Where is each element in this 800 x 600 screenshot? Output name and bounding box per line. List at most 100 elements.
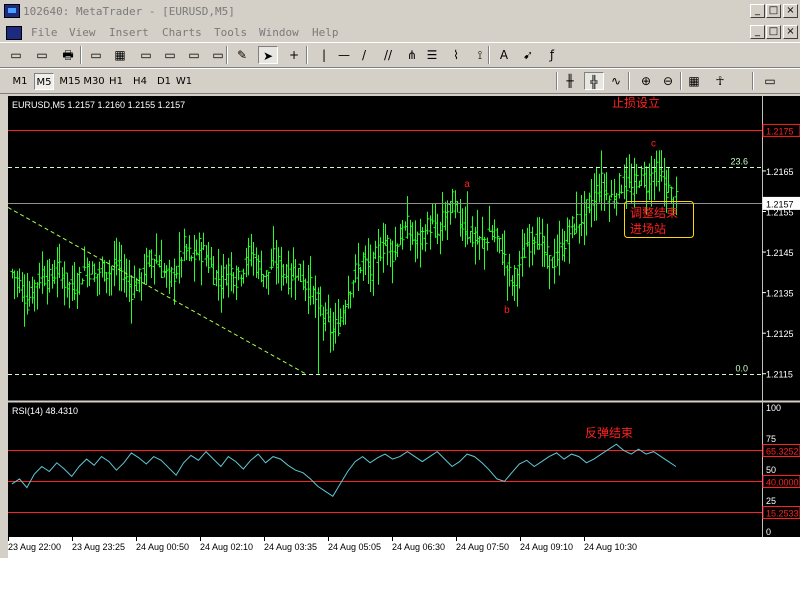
rsi-level-label: 15.2533 — [766, 509, 799, 519]
wave-label-a: a — [464, 179, 470, 190]
time-axis-label: 24 Aug 02:10 — [200, 542, 253, 552]
window-title: 102640: MetaTrader - [EURUSD,M5] — [23, 5, 235, 18]
rsi-level-label: 65.3252 — [766, 447, 799, 457]
timeframe-w1[interactable]: W1 — [174, 73, 194, 90]
zoom-in-icon[interactable]: ⊕ — [636, 72, 656, 90]
maximize-button[interactable]: □ — [766, 4, 781, 18]
timeframe-h4[interactable]: H4 — [130, 73, 150, 90]
cycle-lines-icon[interactable]: ƒ — [542, 46, 562, 64]
time-axis-label: 24 Aug 10:30 — [584, 542, 637, 552]
price-axis-label: 1.2115 — [766, 370, 793, 380]
time-axis-label: 24 Aug 07:50 — [456, 542, 509, 552]
price-axis-label: 1.2135 — [766, 289, 794, 299]
toolbar-separator — [628, 72, 630, 90]
time-axis-label: 23 Aug 22:00 — [8, 542, 61, 552]
time-axis-label: 24 Aug 06:30 — [392, 542, 445, 552]
entry-annotation-line1: 调整结束 — [630, 205, 678, 220]
andrews-pitchfork-icon[interactable]: ⋔ — [402, 46, 422, 64]
menu-insert[interactable]: Insert — [109, 26, 149, 39]
terminal-icon[interactable]: ▭ — [184, 46, 204, 64]
standard-toolbar: ▭ ▭ 🖶 ▭ ▦ ▭ ▭ ▭ ▭ ✎ ➤ + | — ///⋔ ☰ ⌇ ⟟ A ➹ ƒ — [0, 42, 800, 68]
rsi-axis-label: 25 — [766, 496, 776, 506]
time-axis-label: 24 Aug 03:35 — [264, 542, 317, 552]
fibonacci-fan-icon[interactable]: ⟟ — [470, 46, 490, 64]
menu-charts[interactable]: Charts — [162, 26, 202, 39]
candlestick-icon[interactable]: ╬ — [584, 72, 604, 90]
zoom-out-icon[interactable]: ⊖ — [658, 72, 678, 90]
rsi-annotation: 反弹结束 — [585, 426, 633, 440]
level-label-fib-23.6: 23.6 — [730, 157, 748, 167]
chart-window-icon — [6, 26, 22, 40]
metatrader-app-icon — [4, 4, 20, 18]
periods-icon[interactable]: ▭ — [760, 72, 780, 90]
data-window-icon[interactable]: ▭ — [136, 46, 156, 64]
timeframe-m1[interactable]: M1 — [10, 73, 30, 90]
open-icon[interactable]: ▭ — [32, 46, 52, 64]
properties-icon[interactable]: ▭ — [208, 46, 228, 64]
toolbar-separator — [752, 72, 754, 90]
horizontal-line-icon[interactable]: — — [334, 46, 354, 64]
price-axis-label: 1.2145 — [766, 248, 794, 258]
text-icon[interactable]: A — [494, 46, 514, 64]
menu-tools[interactable]: Tools — [214, 26, 247, 39]
timeframe-m15[interactable]: M15 — [58, 73, 82, 90]
menu-file[interactable]: File — [31, 26, 58, 39]
cursor-icon[interactable]: ➤ — [258, 46, 278, 64]
rsi-header: RSI(14) 48.4310 — [12, 406, 78, 416]
new-chart-icon[interactable]: ▭ — [6, 46, 26, 64]
timeframe-h1[interactable]: H1 — [106, 73, 126, 90]
gann-fan-icon[interactable]: ⌇ — [446, 46, 466, 64]
tile-windows-icon[interactable]: ▦ — [684, 72, 704, 90]
line-chart-icon[interactable]: ∿ — [606, 72, 626, 90]
rsi-level-label: 40.0000 — [766, 478, 799, 488]
time-axis-label: 23 Aug 23:25 — [72, 542, 125, 552]
menu-view[interactable]: View — [69, 26, 96, 39]
rsi-axis-label: 100 — [766, 403, 781, 413]
price-axis-label: 1.2125 — [766, 329, 794, 339]
close-button[interactable]: × — [783, 4, 798, 18]
arrow-icon[interactable]: ➹ — [518, 46, 538, 64]
child-close-button[interactable]: × — [783, 25, 798, 39]
navigator-icon[interactable]: ▭ — [160, 46, 180, 64]
vertical-line-icon[interactable]: | — [314, 46, 334, 64]
toolbar-separator — [306, 46, 308, 64]
price-marker-label: 1.2175 — [766, 126, 794, 136]
timeframe-m5[interactable]: M5 — [34, 73, 54, 90]
menu-window[interactable]: Window — [259, 26, 299, 39]
level-label-fib-0.0: 0.0 — [735, 364, 748, 374]
expert-icon[interactable]: ☥ — [710, 72, 730, 90]
menu-help[interactable]: Help — [312, 26, 339, 39]
market-watch-icon[interactable]: ▦ — [110, 46, 130, 64]
timeframe-toolbar: M1 M5 M15 M30 H1 H4 D1 W1 ╫ ╬ ∿ ⊕ ⊖ ▦ ☥ ▭ — [0, 68, 800, 94]
print-preview-icon[interactable]: ▭ — [86, 46, 106, 64]
price-axis-label: 1.2165 — [766, 167, 794, 177]
equidistant-channel-icon[interactable]: // — [378, 46, 398, 64]
rsi-pane-background — [8, 402, 762, 537]
toolbar-separator — [80, 46, 82, 64]
timeframe-m30[interactable]: M30 — [82, 73, 106, 90]
fibonacci-icon[interactable]: ☰ — [422, 46, 442, 64]
time-axis-label: 24 Aug 09:10 — [520, 542, 573, 552]
chart-window[interactable]: 23.6 0.0 1.2165 1.2155 1.2145 1.2135 1.2125 1.2… — [0, 94, 800, 558]
toolbar-separator — [680, 72, 682, 90]
rsi-axis-label: 0 — [766, 527, 771, 537]
timeframe-d1[interactable]: D1 — [154, 73, 174, 90]
wave-label-c: c — [651, 139, 656, 150]
rsi-axis-label: 75 — [766, 434, 776, 444]
child-minimize-button[interactable]: _ — [750, 25, 765, 39]
child-restore-button[interactable]: □ — [766, 25, 781, 39]
print-icon[interactable]: 🖶 — [58, 46, 78, 64]
time-axis-label: 24 Aug 05:05 — [328, 542, 381, 552]
time-axis-label: 24 Aug 00:50 — [136, 542, 189, 552]
chart-canvas[interactable]: 23.60.01.21651.21551.21451.21351.21251.2… — [0, 94, 800, 558]
minimize-button[interactable]: _ — [750, 4, 765, 18]
status-bar — [0, 558, 800, 600]
entry-annotation-line2: 进场站 — [630, 222, 666, 236]
rsi-axis-label: 50 — [766, 465, 776, 475]
expert-advisors-icon[interactable]: ✎ — [232, 46, 252, 64]
bar-chart-icon[interactable]: ╫ — [560, 72, 580, 90]
toolbar-separator — [556, 72, 558, 90]
crosshair-icon[interactable]: + — [284, 46, 304, 64]
trendline-icon[interactable]: / — [354, 46, 374, 64]
title-bar: 102640: MetaTrader - [EURUSD,M5] _ □ × — [0, 0, 800, 22]
